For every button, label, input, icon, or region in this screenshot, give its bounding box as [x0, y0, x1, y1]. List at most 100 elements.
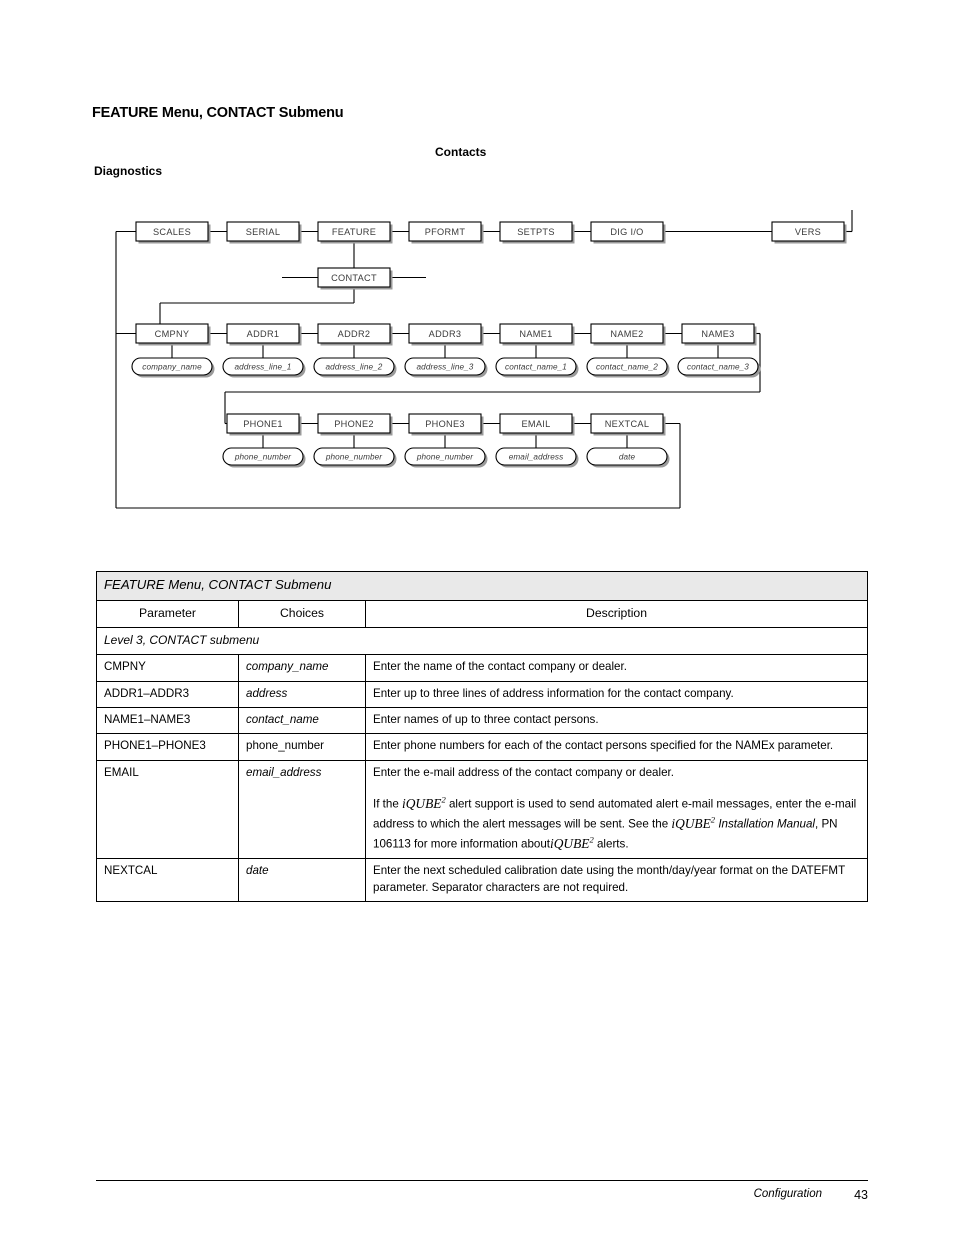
cell-choices: contact_name	[238, 706, 366, 735]
value-box-addr2: address_line_2	[313, 357, 397, 378]
menu-box-setpts: SETPTS	[499, 221, 575, 244]
svg-text:date: date	[619, 453, 636, 462]
iqube-trademark: iQUBE2	[402, 794, 446, 811]
svg-text:EMAIL: EMAIL	[521, 419, 550, 429]
cell-choices: company_name	[238, 654, 366, 682]
menu-box-addr1: ADDR1	[226, 323, 302, 346]
cell-choices: date	[238, 858, 366, 903]
svg-text:VERS: VERS	[795, 227, 821, 237]
menu-structure-diagram: SCALES SERIAL FEATURE PFORMT SETPTS DIG I/O VE…	[0, 0, 954, 560]
iqube-trademark: iQUBE2	[550, 834, 594, 851]
menu-box-addr3: ADDR3	[408, 323, 484, 346]
svg-text:FEATURE: FEATURE	[332, 227, 376, 237]
value-box-name2: contact_name_2	[586, 357, 670, 378]
svg-text:contact_name_1: contact_name_1	[505, 363, 567, 372]
table-caption: FEATURE Menu, CONTACT Submenu	[96, 571, 868, 601]
footer-page-number: 43	[854, 1188, 868, 1202]
menu-box-phone2: PHONE2	[317, 413, 393, 436]
column-header-description: Description	[365, 599, 868, 629]
svg-text:ADDR2: ADDR2	[338, 329, 371, 339]
value-box-phone3-2: phone_number	[404, 447, 488, 468]
svg-text:ADDR1: ADDR1	[247, 329, 280, 339]
cell-choices: phone_number	[238, 733, 366, 761]
menu-box-cmpny: CMPNY	[135, 323, 211, 346]
menu-box-phone3: PHONE3	[408, 413, 484, 436]
svg-text:PHONE1: PHONE1	[243, 419, 283, 429]
menu-box-serial: SERIAL	[226, 221, 302, 244]
table-section-label: Level 3, CONTACT submenu	[96, 627, 868, 656]
cell-description: Enter the next scheduled calibration dat…	[365, 858, 868, 903]
cell-parameter: NAME1–NAME3	[96, 706, 239, 735]
svg-text:CONTACT: CONTACT	[331, 273, 377, 283]
table-section-row: Level 3, CONTACT submenu	[96, 627, 868, 656]
svg-text:address_line_1: address_line_1	[235, 363, 292, 372]
column-header-choices: Choices	[238, 599, 366, 629]
menu-box-pformt: PFORMT	[408, 221, 484, 244]
column-header-parameter: Parameter	[96, 599, 239, 629]
table-caption-row: FEATURE Menu, CONTACT Submenu	[96, 571, 868, 601]
cell-parameter: EMAIL	[96, 759, 239, 860]
value-box-addr1: address_line_1	[222, 357, 306, 378]
menu-box-addr2: ADDR2	[317, 323, 393, 346]
value-box-phone2-1: phone_number	[313, 447, 397, 468]
svg-text:phone_number: phone_number	[325, 453, 382, 462]
svg-text:DIG I/O: DIG I/O	[610, 227, 643, 237]
svg-text:PHONE3: PHONE3	[425, 419, 465, 429]
svg-text:address_line_3: address_line_3	[417, 363, 474, 372]
value-box-phone1-0: phone_number	[222, 447, 306, 468]
cell-parameter: CMPNY	[96, 654, 239, 682]
cell-parameter: ADDR1–ADDR3	[96, 680, 239, 709]
menu-box-phone1: PHONE1	[226, 413, 302, 436]
value-box-cmpny: company_name	[131, 357, 215, 378]
menu-box-nextcal: NEXTCAL	[590, 413, 666, 436]
svg-text:PHONE2: PHONE2	[334, 419, 374, 429]
cell-parameter: PHONE1–PHONE3	[96, 733, 239, 761]
menu-box-email: EMAIL	[499, 413, 575, 436]
cell-choices: address	[238, 680, 366, 709]
table-row: ADDR1–ADDR3 address Enter up to three line…	[96, 680, 868, 709]
table-row: NAME1–NAME3 contact_name Enter names of up…	[96, 706, 868, 735]
cell-parameter: NEXTCAL	[96, 858, 239, 903]
svg-text:contact_name_3: contact_name_3	[687, 363, 749, 372]
table-row: NEXTCAL date Enter the next scheduled cali…	[96, 858, 868, 903]
value-box-name1: contact_name_1	[495, 357, 579, 378]
svg-text:ADDR3: ADDR3	[429, 329, 462, 339]
svg-text:email_address: email_address	[509, 453, 564, 462]
footer-divider	[96, 1180, 868, 1181]
svg-text:phone_number: phone_number	[234, 453, 291, 462]
menu-box-feature: FEATURE	[317, 221, 393, 244]
value-box-addr3: address_line_3	[404, 357, 488, 378]
table-row: EMAIL email_address Enter the e-mail addre…	[96, 759, 868, 860]
menu-box-contact: CONTACT	[317, 267, 393, 290]
svg-text:NAME1: NAME1	[519, 329, 552, 339]
svg-text:contact_name_2: contact_name_2	[596, 363, 658, 372]
table-header-row: Parameter Choices Description	[96, 599, 868, 629]
manual-title: Installation Manual	[715, 817, 815, 831]
svg-text:SCALES: SCALES	[153, 227, 191, 237]
cell-choices: email_address	[238, 759, 366, 860]
menu-box-scales: SCALES	[135, 221, 211, 244]
svg-text:NAME3: NAME3	[701, 329, 734, 339]
footer-chapter-label: Configuration	[753, 1188, 822, 1200]
cell-description: Enter up to three lines of address infor…	[365, 680, 868, 709]
svg-text:PFORMT: PFORMT	[425, 227, 466, 237]
svg-text:address_line_2: address_line_2	[326, 363, 383, 372]
cell-description: Enter phone numbers for each of the cont…	[365, 733, 868, 761]
menu-box-dig-i-o: DIG I/O	[590, 221, 666, 244]
cell-description: Enter the name of the contact company or…	[365, 654, 868, 682]
menu-box-vers: VERS	[771, 221, 847, 244]
iqube-trademark: iQUBE2	[671, 814, 716, 831]
svg-text:CMPNY: CMPNY	[155, 329, 190, 339]
table-row: PHONE1–PHONE3 phone_number Enter phone num…	[96, 733, 868, 761]
cell-description: Enter names of up to three contact perso…	[365, 706, 868, 735]
svg-text:NEXTCAL: NEXTCAL	[605, 419, 649, 429]
value-box-email-3: email_address	[495, 447, 579, 468]
value-box-name3: contact_name_3	[677, 357, 761, 378]
menu-box-name2: NAME2	[590, 323, 666, 346]
svg-text:company_name: company_name	[142, 363, 202, 372]
menu-box-name3: NAME3	[681, 323, 757, 346]
svg-text:phone_number: phone_number	[416, 453, 473, 462]
svg-text:SERIAL: SERIAL	[246, 227, 280, 237]
table-row: CMPNY company_name Enter the name of the c…	[96, 654, 868, 682]
menu-box-name1: NAME1	[499, 323, 575, 346]
